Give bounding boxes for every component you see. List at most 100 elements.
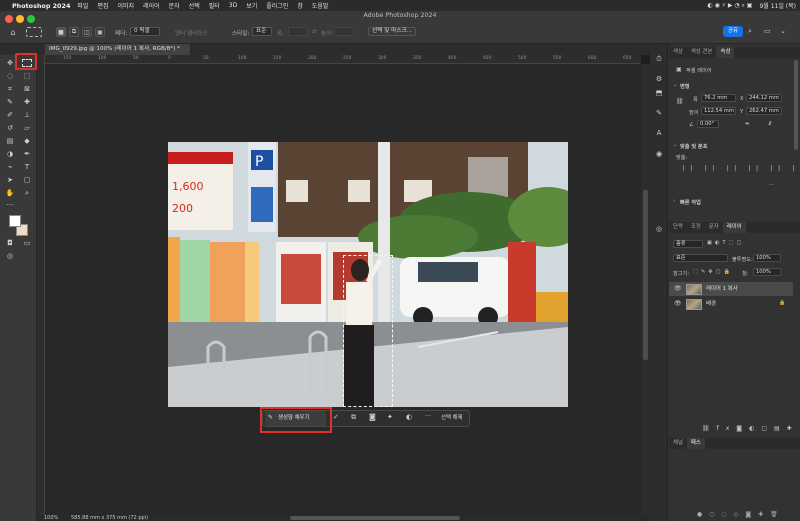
link-icon[interactable]: ⛓ xyxy=(676,98,684,105)
layer-row[interactable]: 👁 배경 🔒 xyxy=(669,297,793,311)
marquee-preset-icon[interactable] xyxy=(26,27,42,37)
zoom-level[interactable]: 100% xyxy=(44,515,58,521)
tab-swatches[interactable]: 색상 견본 xyxy=(687,47,717,58)
search-icon[interactable]: ⌕ xyxy=(748,27,752,36)
menu-layer[interactable]: 레이어 xyxy=(143,1,160,10)
visibility-eye-icon[interactable]: 👁 xyxy=(674,298,682,310)
history-panel-icon[interactable]: ⏱ xyxy=(654,54,664,64)
lasso-tool-icon[interactable]: ◌ xyxy=(4,71,16,81)
gradient-tool-icon[interactable]: ▤ xyxy=(4,136,16,146)
share-button[interactable]: 공유 xyxy=(723,26,743,37)
home-icon[interactable]: ⌂ xyxy=(7,27,19,37)
width-field[interactable]: 76.2 mm xyxy=(701,94,736,102)
adjustments-panel-icon[interactable]: ⚙ xyxy=(654,74,664,84)
menu-edit[interactable]: 편집 xyxy=(97,1,108,10)
horizontal-scroll-thumb[interactable] xyxy=(290,516,460,520)
tab-channels[interactable]: 채널 xyxy=(669,438,687,449)
zoom-tool-icon[interactable]: ⌕ xyxy=(21,188,33,198)
intersect-selection-icon[interactable]: ▣ xyxy=(95,27,105,37)
menu-filter[interactable]: 필터 xyxy=(209,1,220,10)
brush-action-icon[interactable]: ✓ xyxy=(333,413,339,421)
tab-adjustments[interactable]: 조정 xyxy=(687,222,705,233)
swap-icon[interactable]: ⇄ xyxy=(312,29,317,35)
menu-view[interactable]: 보기 xyxy=(246,1,257,10)
eyedropper-tool-icon[interactable]: ✎ xyxy=(4,97,16,107)
app-menu[interactable]: Photoshop 2024 xyxy=(12,2,70,10)
height-input[interactable] xyxy=(334,27,354,36)
more-options-icon[interactable]: ··· xyxy=(425,413,431,420)
history-brush-tool-icon[interactable]: ↺ xyxy=(4,123,16,133)
object-selection-tool-icon[interactable]: ⬚ xyxy=(21,71,33,81)
layer-filter-select[interactable]: 종류 xyxy=(673,240,703,248)
mask-action-icon[interactable]: ◙ xyxy=(369,413,376,421)
height-field[interactable]: 112.54 mm xyxy=(701,107,736,115)
extra-tool-icon[interactable]: ◎ xyxy=(4,251,16,261)
quick-mask-icon[interactable]: ◘ xyxy=(4,238,16,248)
more-align-icon[interactable]: ··· xyxy=(769,182,774,188)
layer-name[interactable]: 레이어 1 복사 xyxy=(706,282,738,296)
document-tab[interactable]: IMG_0929.jpg @ 100% (레이어 1 복사, RGB/8*) * xyxy=(45,44,190,55)
menu-file[interactable]: 파일 xyxy=(77,1,88,10)
menu-3d[interactable]: 3D xyxy=(229,2,237,9)
edit-toolbar-icon[interactable]: ··· xyxy=(4,200,16,210)
rectangle-tool-icon[interactable]: ▢ xyxy=(21,175,33,185)
properties-scroll-thumb[interactable] xyxy=(794,60,798,150)
menu-help[interactable]: 도움말 xyxy=(312,1,329,10)
pen-tool-icon[interactable]: ✒ xyxy=(21,149,33,159)
chevron-right-icon[interactable]: › xyxy=(673,198,675,204)
libraries-panel-icon[interactable]: ⬒ xyxy=(654,88,664,98)
brush-panel-icon[interactable]: ✎ xyxy=(654,108,664,118)
blur-tool-icon[interactable]: ◆ xyxy=(21,136,33,146)
pen-alt-tool-icon[interactable]: ⌁ xyxy=(4,162,16,172)
spot-healing-tool-icon[interactable]: ✚ xyxy=(21,97,33,107)
tab-color[interactable]: 색상 xyxy=(669,47,687,58)
document-info[interactable]: 585.88 mm x 375 mm (72 ppi) xyxy=(71,515,148,521)
style-select[interactable]: 표준 xyxy=(252,27,272,36)
foreground-color-swatch[interactable] xyxy=(9,215,21,227)
tab-character[interactable]: 문자 xyxy=(705,222,723,233)
lock-icons[interactable]: ⬚✎✥▢🔒 xyxy=(693,269,733,275)
menu-type[interactable]: 문자 xyxy=(169,1,180,10)
crop-tool-icon[interactable]: ⌗ xyxy=(4,84,16,94)
angle-field[interactable]: 0.00° xyxy=(697,120,719,128)
menubar-clock[interactable]: 9월 11일 (목) xyxy=(759,1,796,10)
brush-tool-icon[interactable]: ✐ xyxy=(4,110,16,120)
feather-input[interactable]: 0 픽셀 xyxy=(130,27,160,36)
menu-window[interactable]: 창 xyxy=(297,1,303,10)
eraser-tool-icon[interactable]: ▱ xyxy=(21,123,33,133)
flip-horizontal-icon[interactable]: ⇹ xyxy=(745,121,749,127)
tab-layers[interactable]: 레이어 xyxy=(722,222,746,233)
menu-image[interactable]: 이미지 xyxy=(118,1,135,10)
path-selection-tool-icon[interactable]: ➤ xyxy=(4,175,16,185)
tab-paragraph[interactable]: 단락 xyxy=(669,222,687,233)
workspace-icon[interactable]: ▭ xyxy=(764,27,771,35)
flip-vertical-icon[interactable]: ⇵ xyxy=(768,121,772,127)
layer-action-icons[interactable]: ⛓fx◙◐▢▤✚🗑 xyxy=(702,425,800,432)
screen-mode-icon[interactable]: ▭ xyxy=(21,238,33,248)
clone-stamp-tool-icon[interactable]: ⊥ xyxy=(21,110,33,120)
type-tool-icon[interactable]: T xyxy=(21,162,33,172)
opacity-field[interactable]: 100% xyxy=(753,254,781,262)
path-action-icons[interactable]: ●○◌◇◙✚🗑 xyxy=(697,511,785,518)
width-input[interactable] xyxy=(288,27,308,36)
subtract-selection-icon[interactable]: ◫ xyxy=(82,27,92,37)
hand-tool-icon[interactable]: ✋ xyxy=(4,188,16,198)
adjust-action-icon[interactable]: ◐ xyxy=(406,413,412,421)
vertical-scroll-thumb[interactable] xyxy=(643,190,648,360)
menu-plugins[interactable]: 플러그인 xyxy=(266,1,288,10)
transform-action-icon[interactable]: ⧉ xyxy=(351,413,356,422)
chevron-down-icon[interactable]: ⌄ xyxy=(780,27,786,35)
blend-mode-select[interactable]: 표준 xyxy=(673,254,728,262)
marquee-selection[interactable] xyxy=(343,255,393,407)
layer-filter-icons[interactable]: ▣◐T⬚▢ xyxy=(707,240,744,246)
status-icons[interactable]: ◐ ◉ ⚡ ▶ ◔ ⌕ ▣ xyxy=(707,2,752,10)
fill-field[interactable]: 100% xyxy=(753,268,781,276)
tab-properties[interactable]: 속성 xyxy=(716,47,735,58)
x-field[interactable]: 244.12 mm xyxy=(746,94,782,102)
dodge-tool-icon[interactable]: ◑ xyxy=(4,149,16,159)
y-field[interactable]: 262.47 mm xyxy=(746,107,782,115)
info-panel-icon[interactable]: ◎ xyxy=(654,224,664,234)
new-selection-icon[interactable]: ■ xyxy=(56,27,66,37)
antialias-checkbox[interactable]: 앤티 앨리어스 xyxy=(175,29,208,37)
align-buttons-icon[interactable]: ▕▏▕▏▕▏▕▏▕▏▕▏ xyxy=(680,166,800,172)
